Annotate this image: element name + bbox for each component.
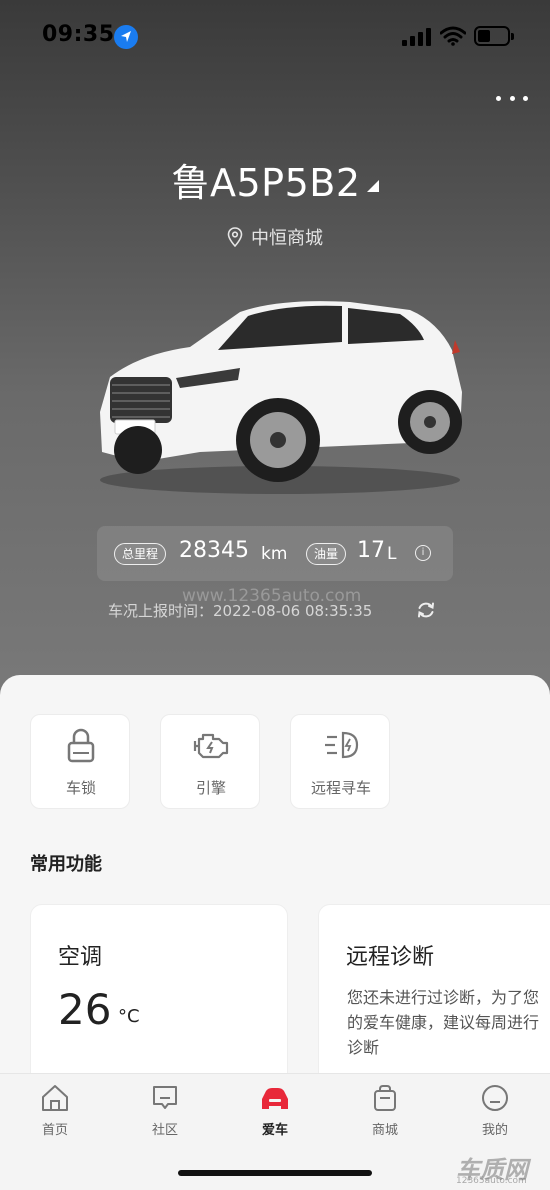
- mileage-value: 28345: [179, 538, 249, 563]
- headlight-icon: [325, 731, 359, 759]
- plate-selector[interactable]: 鲁A5P5B2: [0, 152, 550, 207]
- report-label: 车况上报时间：: [108, 602, 214, 620]
- shop-icon: [374, 1085, 396, 1111]
- lock-button[interactable]: 车锁: [30, 714, 130, 809]
- engine-button[interactable]: 引擎: [160, 714, 260, 809]
- mileage-unit: km: [261, 544, 288, 564]
- diagnosis-description: 您还未进行过诊断，为了您的爱车健康，建议每周进行诊断: [347, 988, 540, 1057]
- find-car-label: 远程寻车: [310, 779, 371, 797]
- location-services-icon: [114, 25, 138, 49]
- tab-profile-label: 我的: [481, 1123, 508, 1138]
- vehicle-image: [100, 301, 462, 494]
- cellular-signal-icon: [402, 28, 432, 46]
- tab-car-label: 爱车: [261, 1123, 288, 1138]
- location-pin-icon: [227, 227, 243, 247]
- tab-profile[interactable]: 我的: [465, 1083, 525, 1138]
- features-title: 常用功能: [30, 854, 102, 875]
- home-icon: [42, 1085, 68, 1111]
- tab-community[interactable]: 社区: [135, 1083, 195, 1138]
- fuel-value: 17: [357, 538, 385, 563]
- ac-title: 空调: [58, 945, 103, 970]
- watermark-logo-url: 12365auto.com: [456, 1176, 527, 1186]
- tab-shop[interactable]: 商城: [355, 1083, 415, 1138]
- tab-home[interactable]: 首页: [25, 1083, 85, 1138]
- dropdown-caret-icon: [366, 180, 379, 192]
- engine-label: 引擎: [195, 779, 226, 797]
- fuel-tag: 油量: [306, 543, 347, 565]
- vehicle-stats: 总里程 28345 km 油量 17 L i: [97, 526, 453, 581]
- status-time: 09:35: [42, 22, 115, 47]
- community-icon: [153, 1086, 177, 1109]
- lock-icon: [67, 728, 95, 763]
- info-icon[interactable]: i: [415, 545, 431, 561]
- profile-icon: [482, 1085, 508, 1111]
- ac-temperature-unit: °C: [118, 1006, 140, 1027]
- diagnosis-title: 远程诊断: [346, 945, 435, 970]
- fuel-unit: L: [387, 544, 397, 564]
- battery-icon: [474, 26, 514, 46]
- home-indicator[interactable]: [178, 1170, 372, 1176]
- lock-label: 车锁: [65, 779, 96, 797]
- car-icon: [262, 1088, 288, 1109]
- engine-icon: [193, 733, 229, 759]
- wifi-icon: [439, 26, 467, 50]
- tab-car[interactable]: 爱车: [245, 1083, 305, 1138]
- mileage-tag: 总里程: [114, 543, 167, 565]
- tab-home-label: 首页: [41, 1123, 68, 1138]
- ac-temperature: 26: [58, 985, 112, 1034]
- more-options-button[interactable]: [496, 88, 528, 108]
- location-name: 中恒商城: [251, 228, 323, 249]
- find-car-button[interactable]: 远程寻车: [290, 714, 390, 809]
- report-time: 车况上报时间：2022-08-06 08:35:35: [108, 600, 372, 621]
- license-plate[interactable]: 鲁A5P5B2: [171, 152, 360, 207]
- vehicle-location: 中恒商城: [0, 224, 550, 250]
- status-bar: 09:35: [0, 0, 550, 70]
- refresh-icon[interactable]: [416, 600, 436, 620]
- tab-shop-label: 商城: [371, 1123, 398, 1138]
- tab-community-label: 社区: [151, 1123, 178, 1138]
- report-timestamp: 2022-08-06 08:35:35: [213, 602, 373, 620]
